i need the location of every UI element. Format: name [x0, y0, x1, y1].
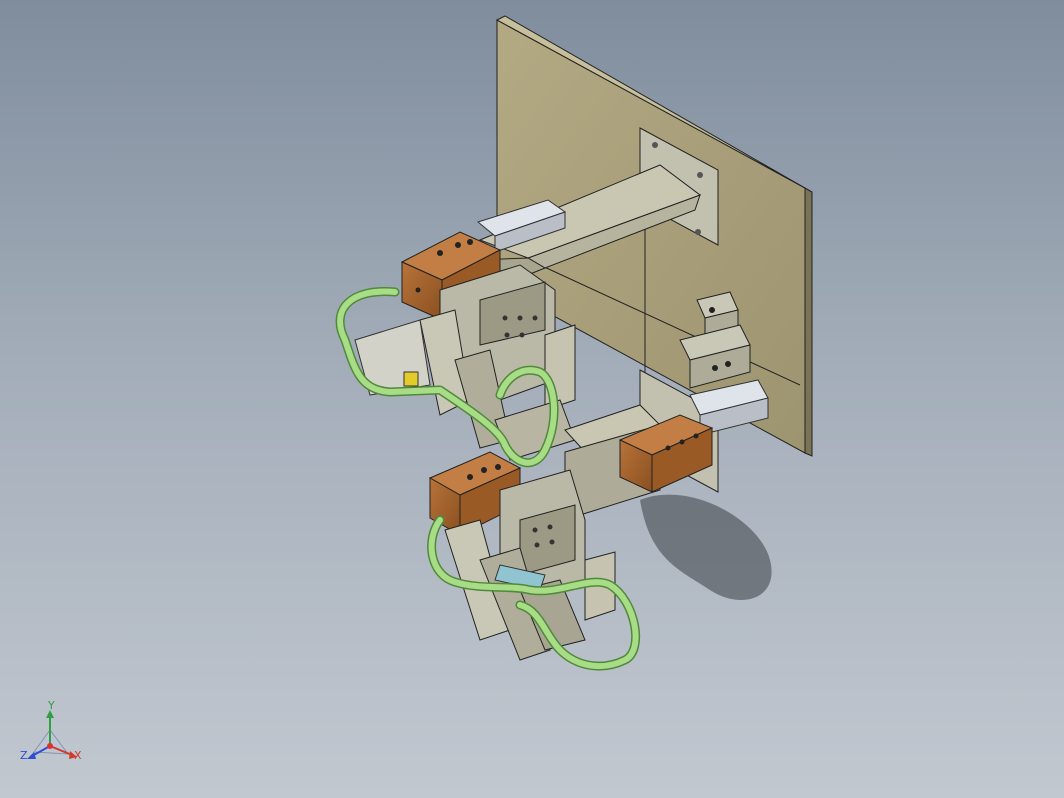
fixture-model[interactable] [0, 0, 1064, 798]
model-shadow [640, 494, 772, 600]
z-axis-label: Z [20, 749, 28, 762]
cad-viewport[interactable]: Y X Z [0, 0, 1064, 798]
axis-triad: Y X Z [18, 700, 88, 772]
y-axis-label: Y [48, 699, 55, 712]
z-axis-arrow-icon [27, 752, 36, 759]
x-axis-label: X [74, 749, 82, 762]
